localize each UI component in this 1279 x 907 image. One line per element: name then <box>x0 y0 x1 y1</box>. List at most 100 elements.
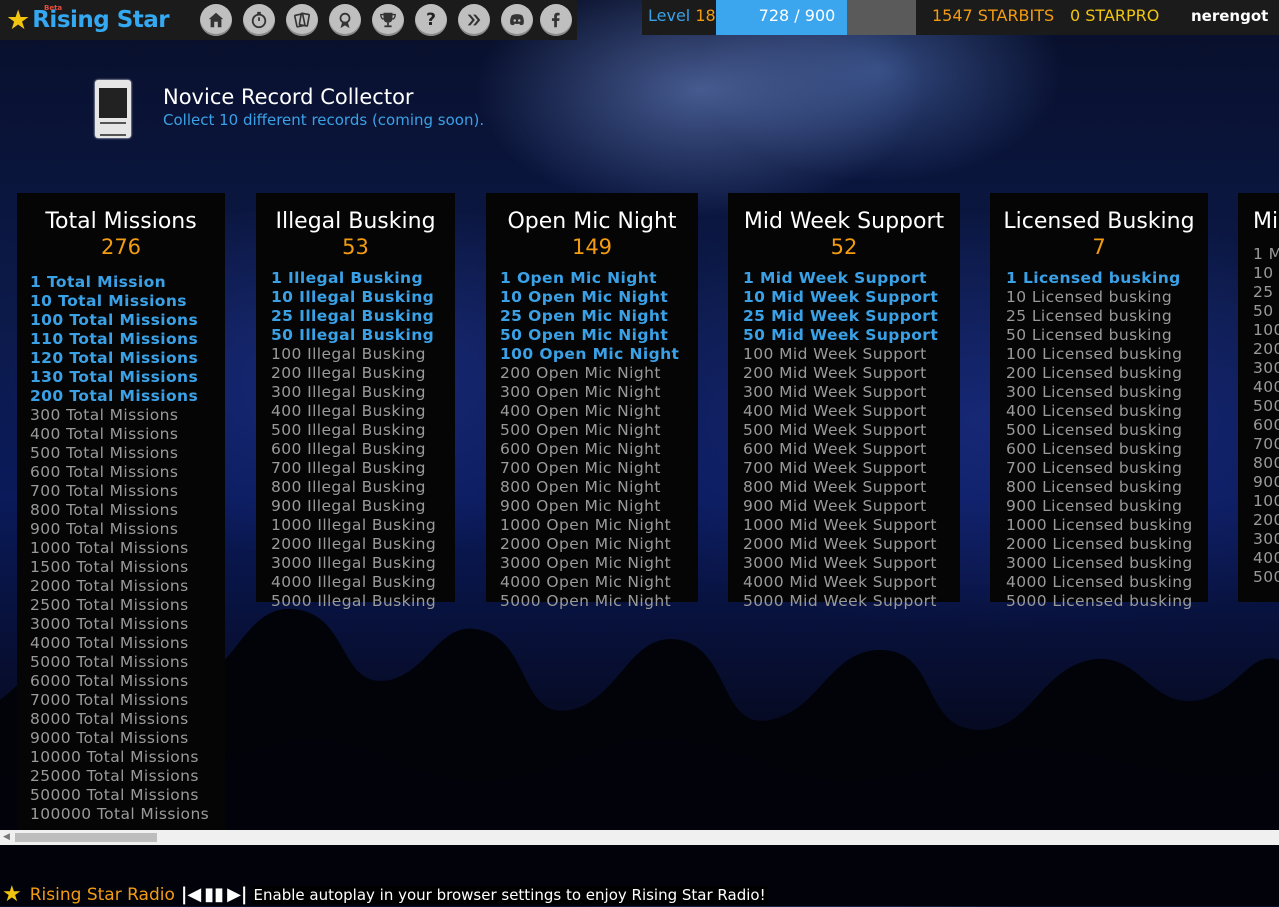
mission-item: 4000 Open Mic Night <box>500 573 672 591</box>
stopwatch-icon <box>251 11 267 29</box>
mission-item: 25000 Total Missions <box>30 767 199 785</box>
mission-item: 600 Licensed busking <box>1006 440 1183 458</box>
mission-item: 500 Illegal Busking <box>271 421 426 439</box>
mission-list: 1 Open Mic Night 10 Open Mic Night 25 Open… <box>500 269 698 611</box>
awards-button[interactable] <box>329 4 361 36</box>
mission-item: 1500 Total Missions <box>30 558 189 576</box>
column-count: 52 <box>830 235 858 259</box>
award-icon <box>339 12 351 29</box>
home-button[interactable] <box>200 4 232 36</box>
mission-item: 300 <box>1253 530 1279 548</box>
previous-icon[interactable]: |◀ <box>181 884 201 905</box>
mission-item: 100000 Total Missions <box>30 805 210 823</box>
mission-item: 800 Licensed busking <box>1006 478 1183 496</box>
mission-item: 50 Illegal Busking <box>271 326 435 344</box>
leaderboard-button[interactable] <box>372 4 404 36</box>
mission-item: 200 <box>1253 511 1279 529</box>
mission-item: 900 Illegal Busking <box>271 497 426 515</box>
mission-item: 400 Illegal Busking <box>271 402 426 420</box>
mission-item: 5000 Licensed busking <box>1006 592 1193 610</box>
mission-item: 110 Total Missions <box>30 330 199 348</box>
top-nav-bar: ★ Beta Rising Star ? <box>0 0 577 40</box>
starpro-balance: 0 STARPRO <box>1070 6 1160 25</box>
mission-item: 300 Open Mic Night <box>500 383 661 401</box>
column-title: Mi <box>1253 209 1279 234</box>
mission-item: 800 Total Missions <box>30 501 179 519</box>
discord-button[interactable] <box>501 4 533 36</box>
scrollbar-thumb[interactable] <box>15 833 157 842</box>
mission-item: 130 Total Missions <box>30 368 199 386</box>
mission-item: 600 <box>1253 416 1279 434</box>
mission-item: 400 Total Missions <box>30 425 179 443</box>
mission-item: 700 Mid Week Support <box>743 459 927 477</box>
mission-item: 10 <box>1253 264 1274 282</box>
mission-column-partial: Mi 1 M 10 25 50 100 200 300 400 500 600 700 800 900 1… <box>1238 193 1279 602</box>
mission-item: 50 Mid Week Support <box>743 326 939 344</box>
mission-item: 100 Licensed busking <box>1006 345 1183 363</box>
scroll-left-arrow-icon[interactable]: ◀ <box>3 832 10 842</box>
mission-item: 900 Total Missions <box>30 520 179 538</box>
mission-item: 500 Licensed busking <box>1006 421 1183 439</box>
mission-item: 700 <box>1253 435 1279 453</box>
brand-logo[interactable]: ★ Beta Rising Star <box>6 4 170 36</box>
mission-item: 200 <box>1253 340 1279 358</box>
mission-column-mid-week-support: Mid Week Support 52 1 Mid Week Support 10… <box>728 193 960 610</box>
column-count: 7 <box>1092 235 1106 259</box>
missions-button[interactable] <box>243 4 275 36</box>
hive-button[interactable] <box>458 4 490 36</box>
mission-item: 9000 Total Missions <box>30 729 189 747</box>
home-icon <box>208 12 224 28</box>
mission-item: 1000 Licensed busking <box>1006 516 1193 534</box>
mission-item: 200 Licensed busking <box>1006 364 1183 382</box>
player-status-bar: Level 18 728 / 900 1547 STARBITS 0 STARP… <box>642 0 1279 35</box>
mission-item: 800 <box>1253 454 1279 472</box>
mission-item: 500 Open Mic Night <box>500 421 661 439</box>
mission-item: 50 Open Mic Night <box>500 326 669 344</box>
pause-icon[interactable]: ▮▮ <box>204 884 224 905</box>
mission-list: 1 Licensed busking 10 Licensed busking 25 … <box>1006 269 1208 611</box>
mission-item: 10000 Total Missions <box>30 748 199 766</box>
help-button[interactable]: ? <box>415 4 447 36</box>
mission-item: 5000 Total Missions <box>30 653 189 671</box>
column-title: Total Missions <box>45 209 197 234</box>
mission-item: 400 <box>1253 378 1279 396</box>
column-title: Licensed Busking <box>1003 209 1195 234</box>
mission-item: 700 Open Mic Night <box>500 459 661 477</box>
radio-controls: |◀ ▮▮ ▶| <box>181 884 248 905</box>
mission-item: 900 Licensed busking <box>1006 497 1183 515</box>
mission-item: 1000 Illegal Busking <box>271 516 437 534</box>
mission-item: 400 <box>1253 549 1279 567</box>
mission-column-open-mic-night: Open Mic Night 149 1 Open Mic Night 10 Op… <box>486 193 698 610</box>
mission-item: 700 Illegal Busking <box>271 459 426 477</box>
mission-item: 400 Mid Week Support <box>743 402 927 420</box>
mission-item: 25 Licensed busking <box>1006 307 1173 325</box>
next-icon[interactable]: ▶| <box>227 884 247 905</box>
mission-item: 100 <box>1253 321 1279 339</box>
mission-item: 600 Illegal Busking <box>271 440 426 458</box>
facebook-button[interactable] <box>540 4 572 36</box>
mission-item: 900 <box>1253 473 1279 491</box>
column-count: 53 <box>342 235 369 259</box>
achievement-title: Novice Record Collector <box>163 85 414 109</box>
horizontal-scrollbar[interactable]: ◀ <box>0 830 1279 845</box>
mission-item: 200 Open Mic Night <box>500 364 661 382</box>
mission-item: 100 <box>1253 492 1279 510</box>
mission-item: 800 Mid Week Support <box>743 478 927 496</box>
mission-column-illegal-busking: Illegal Busking 53 1 Illegal Busking 10 I… <box>256 193 455 610</box>
mission-item: 200 Illegal Busking <box>271 364 426 382</box>
username[interactable]: nerengot <box>1191 7 1268 25</box>
mission-item: 10 Licensed busking <box>1006 288 1173 306</box>
mission-item: 4000 Illegal Busking <box>271 573 437 591</box>
cards-button[interactable] <box>286 4 318 36</box>
mission-item: 7000 Total Missions <box>30 691 189 709</box>
mission-item: 10 Open Mic Night <box>500 288 669 306</box>
mission-item: 10 Mid Week Support <box>743 288 939 306</box>
mission-item: 300 Licensed busking <box>1006 383 1183 401</box>
level-display: Level 18 <box>648 6 716 25</box>
column-count: 149 <box>571 235 613 259</box>
mission-item: 3000 Mid Week Support <box>743 554 937 572</box>
mission-item: 1 Mid Week Support <box>743 269 927 287</box>
mission-item: 3000 Total Missions <box>30 615 189 633</box>
column-title: Mid Week Support <box>743 209 945 234</box>
mission-item: 300 Illegal Busking <box>271 383 426 401</box>
